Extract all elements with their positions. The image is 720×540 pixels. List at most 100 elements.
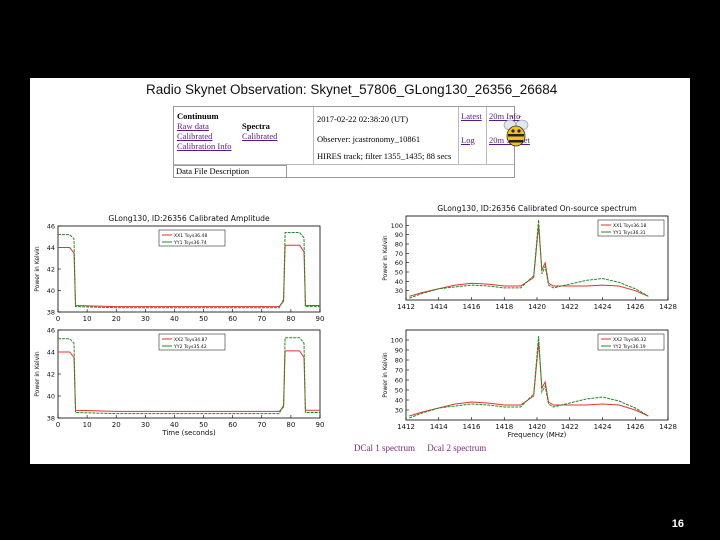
x-tick-label: 1428 [659,303,677,311]
x-tick-label: 40 [170,315,179,323]
observation-details-cell: 2017-02-22 02:38:20 (UT) Observer: jcast… [314,107,459,165]
dcal-links: DCal 1 spectrum Dcal 2 spectrum [354,443,496,453]
y-axis-label: Power in Kelvin [34,246,41,292]
y-tick-label: 30 [395,287,403,295]
x-tick-label: 1420 [528,303,546,311]
log-link[interactable]: Log [461,135,484,145]
y-tick-label: 70 [395,367,403,375]
x-tick-label: 10 [83,315,92,323]
x-tick-label: 80 [286,421,295,429]
y-tick-label: 100 [391,337,403,345]
x-tick-label: 1420 [528,423,546,431]
y-tick-label: 40 [395,278,403,286]
legend-entry: XX2 Tsys34.87 [174,337,207,343]
y-axis-label: Power in Kelvin [382,352,389,398]
x-tick-label: 50 [199,421,208,429]
chart-title: GLong130, ID:26356 Calibrated Amplitude [108,214,270,223]
y-tick-label: 44 [47,244,55,252]
spectrum-chart-bottom: 1412 1414 1416 1418 1420 1422 1424 1426 1428 30 40… [382,329,677,439]
x-tick-label: 1412 [397,303,415,311]
y-tick-label: 50 [395,387,403,395]
continuum-heading: Continuum [177,111,219,121]
y-tick-label: 70 [395,250,403,258]
page-title: Radio Skynet Observation: Skynet_57806_G… [146,82,558,97]
y-tick-label: 30 [395,407,403,415]
x-tick-label: 1426 [626,303,644,311]
dcal2-spectrum-link[interactable]: Dcal 2 spectrum [427,443,486,453]
observer-name: Observer: jcastronomy_10861 [317,134,421,144]
legend-entry: YY2 Tsys36.19 [612,344,646,350]
y-tick-label: 90 [395,231,403,239]
x-tick-label: 50 [199,315,208,323]
y-tick-label: 40 [47,393,55,401]
latest-log-cell: Latest Log [459,107,487,165]
spectrum-chart-top: GLong130, ID:26356 Calibrated On-source … [382,204,677,311]
x-tick-label: 1416 [463,303,481,311]
x-tick-label: 1414 [430,423,448,431]
x-tick-label: 1426 [626,423,644,431]
x-tick-label: 90 [316,315,325,323]
y-tick-label: 38 [47,309,55,317]
x-tick-label: 30 [141,421,150,429]
x-tick-label: 1422 [561,303,579,311]
x-tick-label: 1424 [594,423,612,431]
data-file-description-link[interactable]: Data File Description [174,166,249,176]
y-tick-label: 60 [395,259,403,267]
x-axis-label: Frequency (MHz) [508,431,567,439]
x-tick-label: 80 [286,315,295,323]
y-tick-label: 40 [47,287,55,295]
legend-entry: YY2 Tsys35.42 [173,344,207,350]
legend-entry: XX1 Tsys36.18 [613,223,646,229]
x-tick-label: 60 [228,315,237,323]
x-tick-label: 20 [112,421,121,429]
data-file-description-cell: Data File Description [173,165,287,178]
x-tick-label: 60 [228,421,237,429]
y-axis-label: Power in Kelvin [34,351,41,397]
x-tick-label: 30 [141,315,150,323]
y-tick-label: 100 [391,222,403,230]
x-tick-label: 0 [56,421,60,429]
spectra-calibrated-link[interactable]: Calibrated [242,131,277,141]
amplitude-chart-top: GLong130, ID:26356 Calibrated Amplitude 0… [34,214,325,323]
x-tick-label: 70 [257,315,266,323]
legend-entry: XX1 Tsys36.48 [174,233,207,239]
x-axis-label: Time (seconds) [161,429,216,437]
x-tick-label: 1422 [561,423,579,431]
x-tick-label: 1418 [495,423,513,431]
x-tick-label: 10 [83,421,92,429]
y-axis-label: Power in Kelvin [382,235,389,281]
y-tick-label: 42 [47,266,55,274]
x-tick-label: 1418 [495,303,513,311]
x-tick-label: 40 [170,421,179,429]
y-tick-label: 46 [47,327,55,335]
amplitude-chart-bottom: 0 10 20 30 40 50 60 70 80 90 38 40 42 44 46 Power in Ke… [34,327,325,438]
x-tick-label: 1412 [397,423,415,431]
page-number: 16 [671,518,684,530]
chart-title: GLong130, ID:26356 Calibrated On-source … [437,204,637,213]
y-tick-label: 80 [395,241,403,249]
legend-entry: YY1 Tsys36.31 [612,230,646,236]
x-tick-label: 70 [257,421,266,429]
y-tick-label: 90 [395,347,403,355]
x-tick-label: 0 [56,315,60,323]
y-tick-label: 44 [47,349,55,357]
y-tick-label: 50 [395,269,403,277]
y-tick-label: 46 [47,223,55,231]
observation-datetime: 2017-02-22 02:38:20 (UT) [317,114,409,124]
dcal1-spectrum-link[interactable]: DCal 1 spectrum [354,443,415,453]
x-tick-label: 90 [316,421,325,429]
legend-entry: YY1 Tsys36.74 [173,240,207,246]
calibration-info-link[interactable]: Calibration Info [177,141,310,151]
legend-entry: XX2 Tsys36.32 [613,337,646,343]
y-tick-label: 60 [395,377,403,385]
track-info: HIRES track; filter 1355_1435; 88 secs [317,151,452,161]
y-tick-label: 42 [47,371,55,379]
x-tick-label: 1424 [594,303,612,311]
y-tick-label: 80 [395,357,403,365]
observation-panel: Radio Skynet Observation: Skynet_57806_G… [30,78,690,464]
x-tick-label: 20 [112,315,121,323]
y-tick-label: 38 [47,415,55,423]
x-tick-label: 1414 [430,303,448,311]
spectra-heading: Spectra [242,121,270,131]
latest-link[interactable]: Latest [461,111,484,121]
